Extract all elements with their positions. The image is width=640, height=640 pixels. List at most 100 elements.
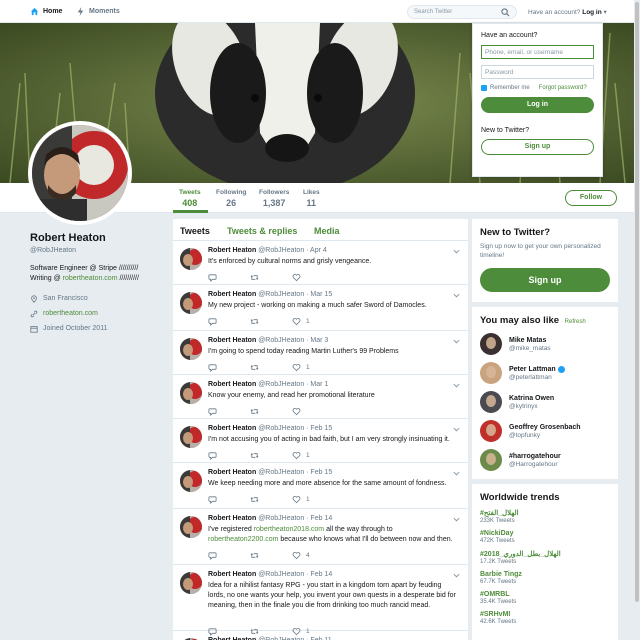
tweet-meta[interactable]: @RobJHeaton · Mar 1 (258, 381, 328, 388)
tweet-avatar[interactable] (180, 572, 202, 594)
like-action[interactable]: 4 (292, 551, 334, 560)
tweet-avatar[interactable] (180, 516, 202, 538)
tweet-link[interactable]: robertheaton2018.com (254, 526, 324, 533)
retweet-action[interactable] (250, 317, 292, 326)
nav-home[interactable]: Home (30, 7, 62, 16)
like-action[interactable]: 1 (292, 495, 334, 504)
username-field[interactable]: Phone, email, or username (481, 45, 594, 59)
website-link[interactable]: robertheaton.com (43, 310, 98, 317)
retweet-action[interactable] (250, 551, 292, 560)
trend-item[interactable]: #OMRBL 35.4K Tweets (480, 591, 610, 605)
tweet[interactable]: Robert Heaton @RobJHeaton · Feb 14 Idea … (173, 565, 468, 636)
chevron-down-icon[interactable] (453, 516, 460, 523)
bio-link[interactable]: robertheaton.com (63, 275, 118, 282)
profile-avatar[interactable] (28, 121, 132, 225)
signup-button[interactable]: Sign up (481, 139, 594, 155)
tweet-meta[interactable]: @RobJHeaton · Feb 15 (258, 425, 332, 432)
retweet-action[interactable] (250, 495, 292, 504)
suggestion-item[interactable]: Katrina Owen @kytrinyx (480, 391, 610, 413)
reply-action[interactable] (208, 363, 250, 372)
tweet[interactable]: Robert Heaton @RobJHeaton · Apr 4 It's e… (173, 241, 468, 285)
tweet[interactable]: Robert Heaton @RobJHeaton · Mar 1 Know y… (173, 375, 468, 419)
tweet-author[interactable]: Robert Heaton (208, 247, 256, 254)
login-link[interactable]: Log in (582, 9, 602, 16)
tweet-meta[interactable]: @RobJHeaton · Mar 3 (258, 337, 328, 344)
suggestion-avatar[interactable] (480, 333, 502, 355)
chevron-down-icon[interactable] (453, 572, 460, 579)
tweet-avatar[interactable] (180, 382, 202, 404)
like-action[interactable] (292, 407, 334, 416)
tweet-avatar[interactable] (180, 426, 202, 448)
tweet-avatar[interactable] (180, 338, 202, 360)
suggestion-item[interactable]: Peter Lattman @peterlattman (480, 362, 610, 384)
chevron-down-icon[interactable] (453, 426, 460, 433)
follow-button[interactable]: Follow (565, 190, 617, 206)
tweet-meta[interactable]: @RobJHeaton · Feb 15 (258, 469, 332, 476)
chevron-down-icon[interactable] (453, 338, 460, 345)
reply-action[interactable] (208, 407, 250, 416)
like-action[interactable]: 1 (292, 363, 334, 372)
forgot-password-link[interactable]: Forgot password? (539, 85, 587, 91)
suggestion-name[interactable]: #harrogatehour (509, 453, 561, 460)
suggestion-avatar[interactable] (480, 449, 502, 471)
tweet-avatar[interactable] (180, 292, 202, 314)
trend-name[interactable]: #الهلال_الفتح (480, 509, 610, 517)
tweet-meta[interactable]: @RobJHeaton · Feb 14 (258, 515, 332, 522)
suggestion-item[interactable]: #harrogatehour @Harrogatehour (480, 449, 610, 471)
stat-tweets[interactable]: Tweets 408 (179, 189, 201, 208)
like-action[interactable] (292, 273, 334, 282)
tweet[interactable]: Robert Heaton @RobJHeaton · Feb 15 I'm n… (173, 419, 468, 463)
login-button[interactable]: Log in (481, 97, 594, 113)
trend-item[interactable]: #الهلال_الفتح 233K Tweets (480, 509, 610, 524)
search-icon[interactable] (501, 8, 510, 17)
tweet-author[interactable]: Robert Heaton (208, 425, 256, 432)
chevron-down-icon[interactable] (453, 248, 460, 255)
tweet-meta[interactable]: @RobJHeaton · Apr 4 (258, 247, 327, 254)
tweet-avatar[interactable] (180, 248, 202, 270)
reply-action[interactable] (208, 451, 250, 460)
suggestion-name[interactable]: Geoffrey Grosenbach (509, 424, 581, 431)
retweet-action[interactable] (250, 451, 292, 460)
trend-name[interactable]: #OMRBL (480, 591, 610, 598)
chevron-down-icon[interactable] (453, 470, 460, 477)
tweet[interactable]: Robert Heaton @RobJHeaton · Feb 14 I've … (173, 509, 468, 565)
tab-tweets-replies[interactable]: Tweets & replies (227, 226, 297, 236)
reply-action[interactable] (208, 551, 250, 560)
suggestion-item[interactable]: Mike Matas @mike_matas (480, 333, 610, 355)
tab-tweets[interactable]: Tweets (180, 226, 210, 236)
suggestion-avatar[interactable] (480, 420, 502, 442)
suggestion-name[interactable]: Mike Matas (509, 337, 546, 344)
password-field[interactable]: Password (481, 65, 594, 79)
like-action[interactable]: 1 (292, 317, 334, 326)
reply-action[interactable] (208, 495, 250, 504)
refresh-link[interactable]: · Refresh (561, 319, 586, 325)
tweet-author[interactable]: Robert Heaton (208, 381, 256, 388)
reply-action[interactable] (208, 317, 250, 326)
reply-action[interactable] (208, 273, 250, 282)
tweet-author[interactable]: Robert Heaton (208, 515, 256, 522)
stat-likes[interactable]: Likes 11 (303, 189, 320, 208)
suggestion-name[interactable]: Katrina Owen (509, 395, 554, 402)
tweet-link[interactable]: robertheaton2200.com (208, 536, 278, 543)
suggestion-item[interactable]: Geoffrey Grosenbach @topfunky (480, 420, 610, 442)
login-dropdown[interactable]: Have an account? Log in ▾ (528, 8, 607, 16)
search-input[interactable]: Search Twitter (407, 5, 517, 19)
trend-item[interactable]: #NickiDay 472K Tweets (480, 530, 610, 544)
page-scrollbar[interactable] (634, 0, 640, 640)
tweet[interactable]: Robert Heaton @RobJHeaton · Feb 11 (173, 631, 468, 640)
tweet-author[interactable]: Robert Heaton (208, 469, 256, 476)
tweet-meta[interactable]: @RobJHeaton · Feb 14 (258, 571, 332, 578)
chevron-down-icon[interactable] (453, 382, 460, 389)
tweet[interactable]: Robert Heaton @RobJHeaton · Mar 3 I'm go… (173, 331, 468, 375)
tweet-meta[interactable]: @RobJHeaton · Mar 15 (258, 291, 332, 298)
like-action[interactable]: 1 (292, 451, 334, 460)
retweet-action[interactable] (250, 407, 292, 416)
suggestion-avatar[interactable] (480, 391, 502, 413)
trend-name[interactable]: #SRHvMI (480, 611, 610, 618)
trend-name[interactable]: #NickiDay (480, 530, 610, 537)
signup-button-large[interactable]: Sign up (480, 268, 610, 292)
suggestion-name[interactable]: Peter Lattman (509, 366, 556, 373)
stat-following[interactable]: Following 26 (216, 189, 246, 208)
retweet-action[interactable] (250, 273, 292, 282)
tweet-avatar[interactable] (180, 470, 202, 492)
